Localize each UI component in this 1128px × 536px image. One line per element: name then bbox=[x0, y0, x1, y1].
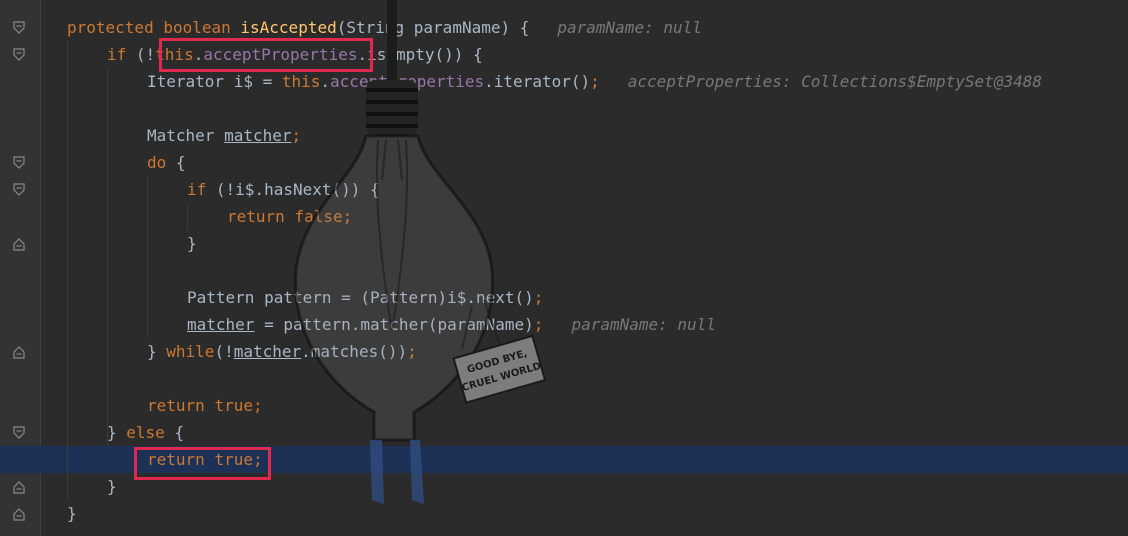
indent-guide bbox=[67, 41, 68, 500]
annotation-box-accept-properties bbox=[159, 38, 373, 72]
code-text: } else { bbox=[107, 419, 184, 446]
code-line[interactable]: do { bbox=[0, 149, 1128, 176]
code-token: Pattern pattern = (Pattern)i$.next() bbox=[187, 288, 534, 307]
code-text: matcher = pattern.matcher(paramName); par… bbox=[187, 311, 716, 338]
code-text: } while(!matcher.matches()); bbox=[147, 338, 417, 365]
code-token: if bbox=[107, 45, 136, 64]
code-token: Iterator i$ = bbox=[147, 72, 282, 91]
code-token: (!i$.hasNext()) { bbox=[215, 180, 380, 199]
code-line[interactable]: Pattern pattern = (Pattern)i$.next(); bbox=[0, 284, 1128, 311]
code-token: acceptProperties bbox=[330, 72, 485, 91]
code-line[interactable]: } bbox=[0, 230, 1128, 257]
code-text: } bbox=[67, 500, 77, 527]
code-text: } bbox=[187, 230, 197, 257]
code-line[interactable]: Iterator i$ = this.acceptProperties.iter… bbox=[0, 68, 1128, 95]
code-token: return bbox=[227, 207, 295, 226]
code-line[interactable]: Matcher matcher; bbox=[0, 122, 1128, 149]
fold-open-icon[interactable] bbox=[13, 183, 25, 197]
code-token: false bbox=[294, 207, 343, 226]
code-line[interactable] bbox=[0, 257, 1128, 284]
code-token: (String paramName) { bbox=[336, 18, 530, 37]
code-token: ; bbox=[590, 72, 600, 91]
code-token: ; bbox=[291, 126, 302, 145]
code-token: .iterator() bbox=[484, 72, 591, 91]
code-token: boolean bbox=[163, 18, 241, 37]
fold-close-icon[interactable] bbox=[13, 345, 25, 359]
code-token: do bbox=[147, 153, 176, 172]
code-line[interactable]: } while(!matcher.matches()); bbox=[0, 338, 1128, 365]
code-token: } bbox=[107, 477, 117, 496]
fold-close-icon[interactable] bbox=[13, 237, 25, 251]
code-token: .matches()) bbox=[301, 342, 408, 361]
indent-guide bbox=[107, 68, 108, 446]
code-token: } bbox=[147, 342, 167, 361]
code-text: do { bbox=[147, 149, 186, 176]
code-text: Matcher matcher; bbox=[147, 122, 301, 149]
code-text: if (!i$.hasNext()) { bbox=[187, 176, 380, 203]
code-token: protected bbox=[67, 18, 164, 37]
code-token: ; bbox=[533, 288, 544, 307]
code-token: matcher bbox=[224, 126, 292, 145]
fold-open-icon[interactable] bbox=[13, 21, 25, 35]
inline-debug-hint: paramName: null bbox=[557, 18, 702, 37]
code-text: return true; bbox=[147, 392, 263, 419]
code-token: true bbox=[214, 396, 253, 415]
code-token: else bbox=[126, 423, 175, 442]
annotation-box-return-true bbox=[134, 447, 271, 480]
code-token: matcher bbox=[187, 315, 255, 334]
code-line[interactable]: if (!i$.hasNext()) { bbox=[0, 176, 1128, 203]
indent-guide bbox=[147, 176, 148, 338]
fold-close-icon[interactable] bbox=[13, 480, 25, 494]
code-text: return false; bbox=[227, 203, 352, 230]
code-token: (! bbox=[135, 45, 156, 64]
code-line[interactable] bbox=[0, 95, 1128, 122]
code-token: = pattern.matcher(paramName) bbox=[254, 315, 534, 334]
code-text: Pattern pattern = (Pattern)i$.next(); bbox=[187, 284, 543, 311]
code-line[interactable]: } else { bbox=[0, 419, 1128, 446]
code-line[interactable]: return false; bbox=[0, 203, 1128, 230]
code-token: { bbox=[175, 153, 186, 172]
code-token: ; bbox=[533, 315, 544, 334]
code-token: ; bbox=[407, 342, 417, 361]
code-token: { bbox=[174, 423, 185, 442]
inline-debug-hint: paramName: null bbox=[571, 315, 716, 334]
code-token: ; bbox=[342, 207, 353, 226]
code-token: matcher bbox=[233, 342, 302, 361]
code-text: protected boolean isAccepted(String para… bbox=[67, 14, 702, 41]
code-text: Iterator i$ = this.acceptProperties.iter… bbox=[147, 68, 1042, 95]
code-line[interactable] bbox=[0, 365, 1128, 392]
code-token: this bbox=[281, 72, 321, 91]
fold-open-icon[interactable] bbox=[13, 426, 25, 440]
code-token: return bbox=[147, 396, 215, 415]
code-line[interactable]: matcher = pattern.matcher(paramName); par… bbox=[0, 311, 1128, 338]
fold-open-icon[interactable] bbox=[13, 48, 25, 62]
code-token: (! bbox=[214, 342, 234, 361]
fold-close-icon[interactable] bbox=[13, 507, 25, 521]
code-token: Matcher bbox=[147, 126, 225, 145]
code-token: } bbox=[67, 504, 77, 523]
code-token: if bbox=[187, 180, 216, 199]
code-token: . bbox=[320, 72, 331, 91]
indent-guide bbox=[187, 203, 188, 230]
code-line[interactable]: } bbox=[0, 500, 1128, 527]
code-line[interactable]: protected boolean isAccepted(String para… bbox=[0, 14, 1128, 41]
code-token: isAccepted bbox=[240, 18, 337, 37]
inline-debug-hint: acceptProperties: Collections$EmptySet@3… bbox=[627, 72, 1042, 91]
code-token: .isEmpty()) { bbox=[357, 45, 483, 64]
fold-open-icon[interactable] bbox=[13, 156, 25, 170]
code-token: while bbox=[166, 342, 215, 361]
code-token: } bbox=[107, 423, 127, 442]
code-line[interactable]: return true; bbox=[0, 392, 1128, 419]
code-token: } bbox=[187, 234, 197, 253]
code-token: ; bbox=[252, 396, 263, 415]
code-text: } bbox=[107, 473, 117, 500]
